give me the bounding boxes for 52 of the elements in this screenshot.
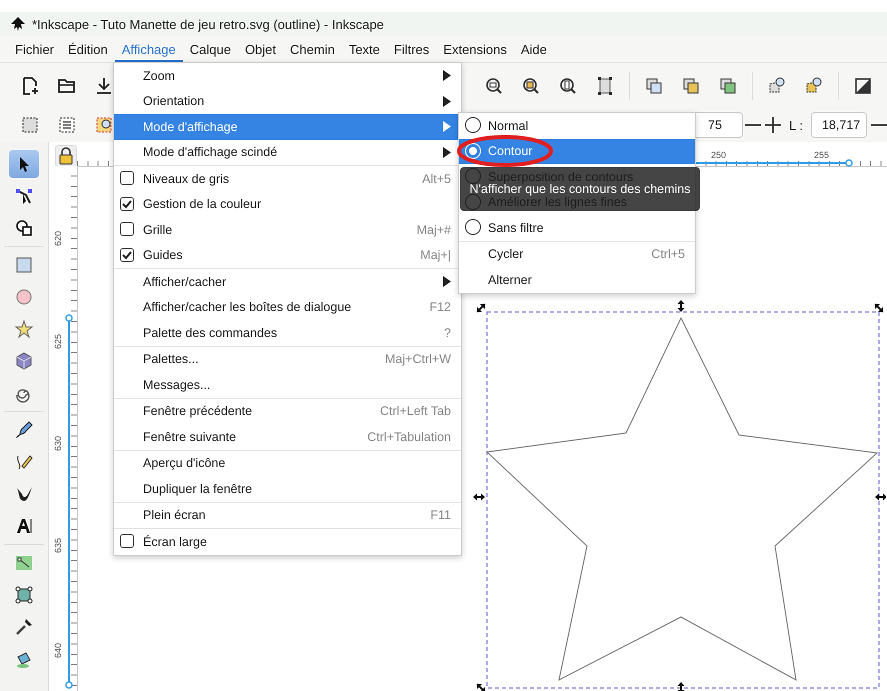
width-label: L : — [789, 118, 803, 132]
menu-item[interactable]: Grille Maj+# — [114, 217, 461, 242]
shortcut-text: Maj+| — [420, 248, 451, 262]
menu-item[interactable]: Contour — [459, 138, 695, 164]
window-title: *Inkscape - Tuto Manette de jeu retro.svg (outline) - Inkscape — [32, 16, 384, 32]
input-field[interactable]: 18,717 — [810, 112, 867, 138]
shortcut-text: ? — [444, 326, 451, 340]
menu-item[interactable]: Alterner — [459, 267, 695, 292]
menu-item[interactable]: Mode d'affichage — [114, 114, 461, 140]
menu-item[interactable]: Dupliquer la fenêtre — [114, 476, 461, 502]
menu-bar-item[interactable]: Objet — [238, 36, 284, 62]
menu-item[interactable]: Gestion de la couleur — [114, 192, 461, 217]
ruler-label: 620 — [53, 230, 63, 246]
ruler-label: 630 — [53, 436, 63, 451]
ruler-label: 635 — [53, 538, 63, 553]
ruler-label: 640 — [53, 642, 63, 658]
menu-bar-item[interactable]: Calque — [182, 36, 238, 62]
menu-bar-item[interactable]: Texte — [342, 36, 387, 62]
menu-bar-item[interactable]: Chemin — [283, 36, 342, 62]
menu-item[interactable]: Palette des commandes ? — [114, 320, 461, 346]
shortcut-text: Ctrl+Left Tab — [380, 404, 451, 418]
ruler-label: 625 — [53, 334, 63, 349]
menu-item[interactable]: Fenêtre précédente Ctrl+Left Tab — [114, 398, 461, 424]
menu-bar-item[interactable]: Fichier — [8, 36, 62, 62]
menu-item[interactable]: Zoom — [114, 63, 461, 88]
menu-item[interactable]: Sans filtre — [459, 215, 695, 240]
menu-bar-item[interactable]: Aide — [514, 36, 554, 62]
shortcut-text: F12 — [429, 300, 451, 314]
menu-item[interactable]: Aperçu d'icône — [114, 450, 461, 476]
menu-item[interactable]: Afficher/cacher les boîtes de dialogue F12 — [114, 294, 461, 320]
menu-item[interactable]: Écran large — [114, 529, 461, 554]
menu-item[interactable]: Niveaux de gris Alt+5 — [114, 166, 461, 192]
menu-item[interactable]: Palettes... Maj+Ctrl+W — [114, 346, 461, 372]
ruler-label: 250 — [711, 150, 726, 160]
menu-bar-item[interactable]: Filtres — [386, 36, 436, 62]
menu-bar-item[interactable]: Extensions — [436, 36, 514, 62]
shortcut-text: F11 — [430, 508, 451, 522]
shortcut-text: Maj+Ctrl+W — [385, 352, 451, 366]
tooltip-text: N'afficher que les contours des chemins — [469, 182, 691, 196]
shortcut-text: Maj+# — [416, 222, 451, 237]
shortcut-text: Alt+5 — [422, 172, 451, 186]
menu-item[interactable]: Fenêtre suivante Ctrl+Tabulation — [114, 424, 461, 450]
menu-bar-item[interactable]: Édition — [61, 36, 115, 62]
menu-item[interactable]: Messages... — [114, 372, 461, 398]
menu-item[interactable]: Afficher/cacher — [114, 269, 461, 294]
ruler-label: 255 — [814, 150, 830, 160]
shortcut-text: Ctrl+Tabulation — [367, 430, 451, 444]
shortcut-text: Ctrl+5 — [651, 247, 685, 262]
menu-item[interactable]: Cycler Ctrl+5 — [459, 242, 695, 267]
menu-item[interactable]: Guides Maj+| — [114, 242, 461, 268]
menu-item[interactable]: Plein écran F11 — [114, 502, 461, 528]
menu-item[interactable]: Orientation — [114, 88, 461, 114]
